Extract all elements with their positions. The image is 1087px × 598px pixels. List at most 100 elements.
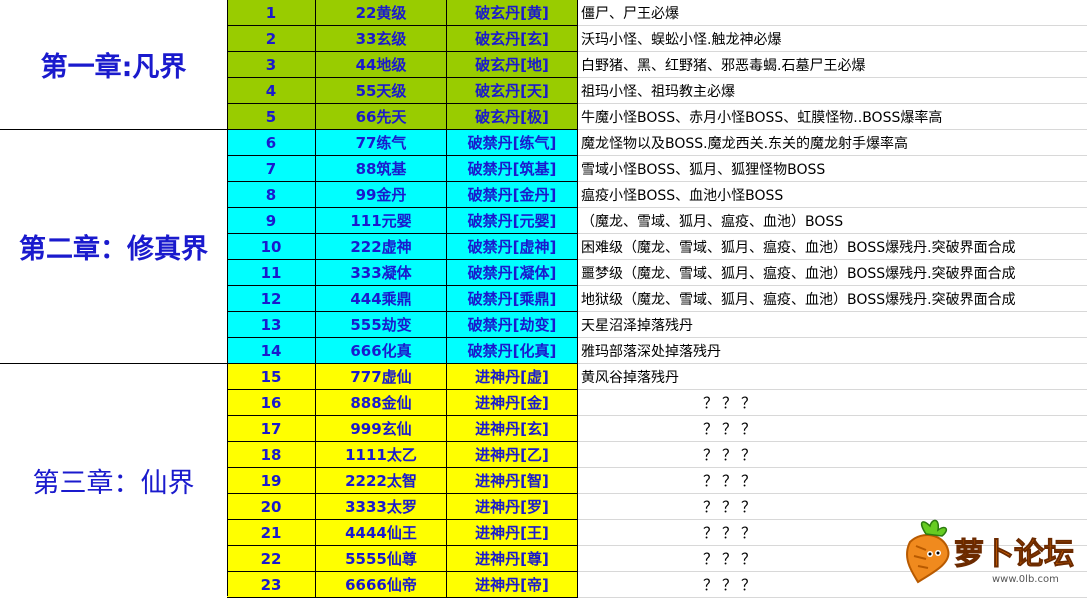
row-number-cell[interactable]: 16 [227,390,316,416]
level-cell[interactable]: 4444仙王 [316,520,447,546]
level-cell[interactable]: 444乘鼎 [316,286,447,312]
drop-description-cell[interactable]: 地狱级（魔龙、雪域、狐月、瘟疫、血池）BOSS爆残丹.突破界面合成 [578,286,1087,312]
level-cell[interactable]: 99金丹 [316,182,447,208]
level-cell[interactable]: 777虚仙 [316,364,447,390]
table-row: 16 888金仙 进神丹[金]？？？ [227,390,1087,416]
pill-cell[interactable]: 进神丹[罗] [447,494,578,520]
drop-description-cell[interactable]: 困难级（魔龙、雪域、狐月、瘟疫、血池）BOSS爆残丹.突破界面合成 [578,234,1087,260]
table-row: 6 77练气 破禁丹[练气] 魔龙怪物以及BOSS.魔龙西关.东关的魔龙射手爆率高 [227,130,1087,156]
level-cell[interactable]: 22黄级 [316,0,447,26]
level-cell[interactable]: 88筑基 [316,156,447,182]
chapter-title-3: 第三章：仙界 [32,467,195,499]
pill-cell[interactable]: 破禁丹[筑基] [447,156,578,182]
pill-cell[interactable]: 破玄丹[玄] [447,26,578,52]
row-number-cell[interactable]: 13 [227,312,316,338]
pill-cell[interactable]: 进神丹[尊] [447,546,578,572]
pill-cell[interactable]: 进神丹[金] [447,390,578,416]
row-number-cell[interactable]: 15 [227,364,316,390]
drop-description-cell[interactable]: 雅玛部落深处掉落残丹 [578,338,1087,364]
spreadsheet-grid: 第一章:凡界 第二章：修真界 第三章：仙界 1 22黄级 破玄丹[黄] 僵尸、尸王必爆… [0,0,1087,598]
pill-cell[interactable]: 破禁丹[练气] [447,130,578,156]
row-number-cell[interactable]: 1 [227,0,316,26]
level-cell[interactable]: 666化真 [316,338,447,364]
row-number-cell[interactable]: 10 [227,234,316,260]
drop-description-cell[interactable]: 沃玛小怪、蜈蚣小怪.触龙神必爆 [578,26,1087,52]
pill-cell[interactable]: 破禁丹[元婴] [447,208,578,234]
pill-cell[interactable]: 破禁丹[化真] [447,338,578,364]
pill-cell[interactable]: 破玄丹[地] [447,52,578,78]
pill-cell[interactable]: 破禁丹[凝体] [447,260,578,286]
row-number-cell[interactable]: 12 [227,286,316,312]
level-cell[interactable]: 222虚神 [316,234,447,260]
level-cell[interactable]: 33玄级 [316,26,447,52]
level-cell[interactable]: 999玄仙 [316,416,447,442]
level-cell[interactable]: 555劫变 [316,312,447,338]
pill-cell[interactable]: 破玄丹[极] [447,104,578,130]
table-row: 3 44地级 破玄丹[地] 白野猪、黑、红野猪、邪恶毒蝎.石墓尸王必爆 [227,52,1087,78]
level-cell[interactable]: 333凝体 [316,260,447,286]
drop-description-cell[interactable]: 魔龙怪物以及BOSS.魔龙西关.东关的魔龙射手爆率高 [578,130,1087,156]
drop-description-cell[interactable]: ？？？ [578,416,1087,442]
row-number-cell[interactable]: 9 [227,208,316,234]
column-border [227,0,228,596]
pill-cell[interactable]: 破禁丹[虚神] [447,234,578,260]
table-row: 5 66先天 破玄丹[极] 牛魔小怪BOSS、赤月小怪BOSS、虹膜怪物..BOSS爆… [227,104,1087,130]
level-cell[interactable]: 77练气 [316,130,447,156]
row-number-cell[interactable]: 22 [227,546,316,572]
level-cell[interactable]: 2222太智 [316,468,447,494]
row-number-cell[interactable]: 23 [227,572,316,598]
row-number-cell[interactable]: 3 [227,52,316,78]
level-cell[interactable]: 66先天 [316,104,447,130]
drop-description-cell[interactable]: 牛魔小怪BOSS、赤月小怪BOSS、虹膜怪物..BOSS爆率高 [578,104,1087,130]
drop-description-cell[interactable]: ？？？ [578,442,1087,468]
table-row: 17 999玄仙 进神丹[玄]？？？ [227,416,1087,442]
table-row: 1 22黄级 破玄丹[黄] 僵尸、尸王必爆 [227,0,1087,26]
table-row: 11 333凝体 破禁丹[凝体] 噩梦级（魔龙、雪域、狐月、瘟疫、血池）BOSS爆残丹… [227,260,1087,286]
level-cell[interactable]: 1111太乙 [316,442,447,468]
level-cell[interactable]: 55天级 [316,78,447,104]
row-number-cell[interactable]: 19 [227,468,316,494]
level-cell[interactable]: 111元婴 [316,208,447,234]
level-cell[interactable]: 44地级 [316,52,447,78]
table-row: 14 666化真 破禁丹[化真] 雅玛部落深处掉落残丹 [227,338,1087,364]
drop-description-cell[interactable]: 噩梦级（魔龙、雪域、狐月、瘟疫、血池）BOSS爆残丹.突破界面合成 [578,260,1087,286]
row-number-cell[interactable]: 5 [227,104,316,130]
drop-description-cell[interactable]: ？？？ [578,468,1087,494]
drop-description-cell[interactable]: 雪域小怪BOSS、狐月、狐狸怪物BOSS [578,156,1087,182]
pill-cell[interactable]: 破禁丹[劫变] [447,312,578,338]
row-number-cell[interactable]: 18 [227,442,316,468]
pill-cell[interactable]: 进神丹[乙] [447,442,578,468]
level-cell[interactable]: 5555仙尊 [316,546,447,572]
pill-cell[interactable]: 进神丹[王] [447,520,578,546]
drop-description-cell[interactable]: （魔龙、雪域、狐月、瘟疫、血池）BOSS [578,208,1087,234]
drop-description-cell[interactable]: ？？？ [578,390,1087,416]
drop-description-cell[interactable]: 祖玛小怪、祖玛教主必爆 [578,78,1087,104]
level-cell[interactable]: 6666仙帝 [316,572,447,598]
row-number-cell[interactable]: 2 [227,26,316,52]
row-number-cell[interactable]: 11 [227,260,316,286]
level-cell[interactable]: 3333太罗 [316,494,447,520]
row-number-cell[interactable]: 4 [227,78,316,104]
pill-cell[interactable]: 进神丹[智] [447,468,578,494]
drop-description-cell[interactable]: 瘟疫小怪BOSS、血池小怪BOSS [578,182,1087,208]
row-number-cell[interactable]: 8 [227,182,316,208]
row-number-cell[interactable]: 7 [227,156,316,182]
drop-description-cell[interactable]: 天星沼泽掉落残丹 [578,312,1087,338]
drop-description-cell[interactable]: 白野猪、黑、红野猪、邪恶毒蝎.石墓尸王必爆 [578,52,1087,78]
level-cell[interactable]: 888金仙 [316,390,447,416]
pill-cell[interactable]: 破禁丹[乘鼎] [447,286,578,312]
row-number-cell[interactable]: 14 [227,338,316,364]
drop-description-cell[interactable]: 黄风谷掉落残丹 [578,364,1087,390]
pill-cell[interactable]: 进神丹[帝] [447,572,578,598]
watermark-url: www.0lb.com [992,574,1059,585]
row-number-cell[interactable]: 17 [227,416,316,442]
pill-cell[interactable]: 破玄丹[黄] [447,0,578,26]
row-number-cell[interactable]: 20 [227,494,316,520]
drop-description-cell[interactable]: 僵尸、尸王必爆 [578,0,1087,26]
row-number-cell[interactable]: 6 [227,130,316,156]
pill-cell[interactable]: 进神丹[玄] [447,416,578,442]
row-number-cell[interactable]: 21 [227,520,316,546]
pill-cell[interactable]: 进神丹[虚] [447,364,578,390]
pill-cell[interactable]: 破玄丹[天] [447,78,578,104]
pill-cell[interactable]: 破禁丹[金丹] [447,182,578,208]
